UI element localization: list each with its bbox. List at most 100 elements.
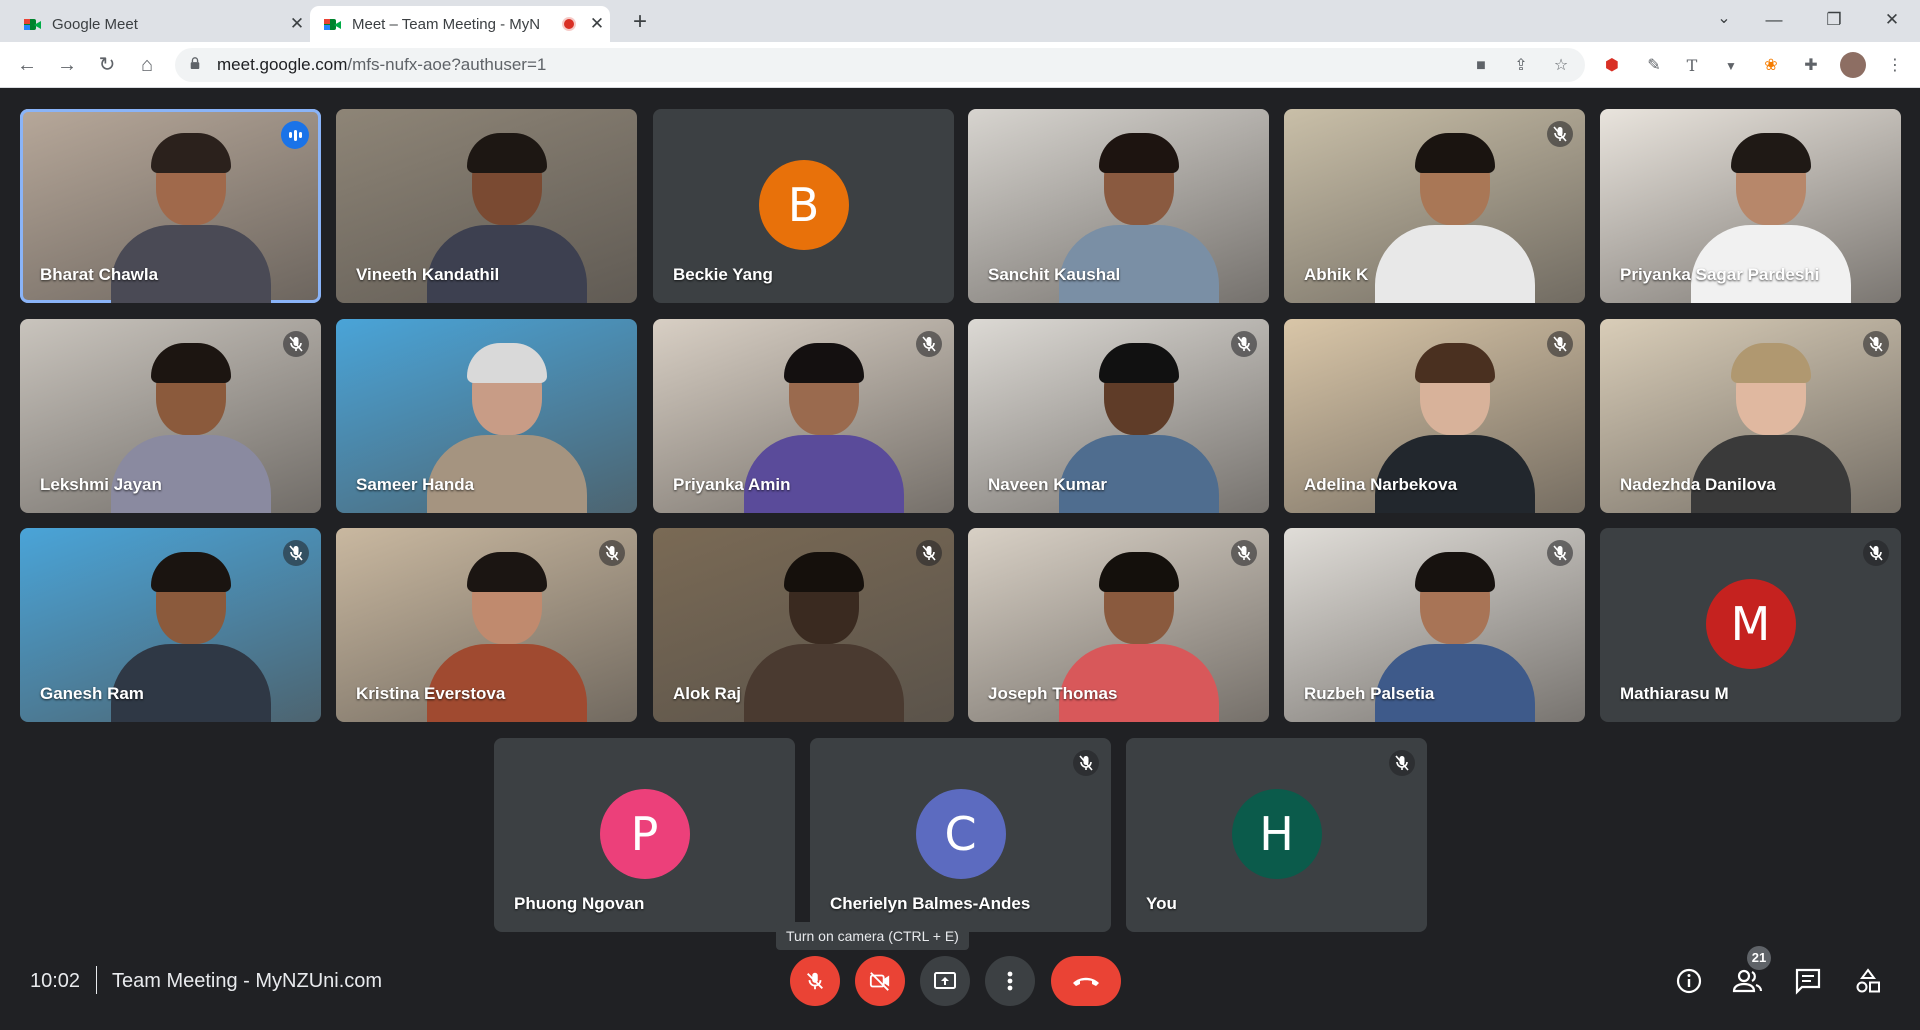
mic-muted-icon	[916, 540, 942, 566]
lock-icon	[190, 57, 200, 69]
participant-name: Sanchit Kaushal	[988, 265, 1121, 284]
participant-name: Adelina Narbekova	[1304, 475, 1458, 494]
profile-avatar[interactable]	[1840, 52, 1866, 78]
participant-video	[743, 552, 904, 722]
participant-tile[interactable]: Ruzbeh Palsetia	[1284, 528, 1585, 722]
restore-icon[interactable]: ❐	[1806, 0, 1862, 42]
participant-tile[interactable]: Sanchit Kaushal	[968, 109, 1269, 303]
participant-tile[interactable]: Naveen Kumar	[968, 319, 1269, 513]
new-tab-button[interactable]: +	[624, 6, 656, 38]
participant-name: You	[1146, 894, 1177, 913]
mic-muted-icon	[1231, 540, 1257, 566]
microphone-toggle-button[interactable]	[790, 956, 840, 1006]
participant-avatar: C	[915, 789, 1006, 879]
participant-name: Ruzbeh Palsetia	[1304, 684, 1435, 703]
url-host: meet.google.com	[217, 55, 348, 74]
participant-tile[interactable]: Vineeth Kandathil	[336, 109, 637, 303]
home-icon[interactable]: ⌂	[132, 50, 162, 80]
participant-name: Sameer Handa	[356, 475, 475, 494]
participant-tile[interactable]: B Beckie Yang	[653, 109, 954, 303]
bookmark-star-icon[interactable]: ☆	[1551, 56, 1571, 76]
share-icon[interactable]: ⇪	[1511, 56, 1531, 76]
google-meet-icon	[324, 17, 342, 32]
participant-name: Lekshmi Jayan	[40, 475, 162, 494]
adblock-extension-icon[interactable]: ⬢	[1601, 55, 1623, 77]
more-options-button[interactable]	[985, 956, 1035, 1006]
participant-tile[interactable]: Lekshmi Jayan	[20, 319, 321, 513]
present-screen-button[interactable]	[920, 956, 970, 1006]
participant-tile[interactable]: M Mathiarasu M	[1600, 528, 1901, 722]
chat-button[interactable]	[1791, 964, 1825, 998]
mic-muted-icon	[1073, 750, 1099, 776]
mic-muted-icon	[1863, 331, 1889, 357]
present-screen-icon	[934, 972, 956, 989]
close-window-icon[interactable]: ✕	[1864, 0, 1920, 42]
cursor-extension-icon[interactable]: ▼	[1720, 55, 1742, 77]
participant-avatar: M	[1705, 579, 1796, 669]
participant-tile[interactable]: H You	[1126, 738, 1427, 932]
participant-avatar: B	[758, 160, 849, 250]
close-tab-icon[interactable]: ✕	[284, 14, 310, 34]
participant-tile[interactable]: Adelina Narbekova	[1284, 319, 1585, 513]
participant-tile[interactable]: Priyanka Amin	[653, 319, 954, 513]
participant-name: Vineeth Kandathil	[356, 265, 500, 284]
mic-muted-icon	[916, 331, 942, 357]
orange-extension-icon[interactable]: ❀	[1760, 55, 1782, 77]
participant-name: Nadezhda Danilova	[1620, 475, 1776, 494]
participant-tile[interactable]: Ganesh Ram	[20, 528, 321, 722]
participant-tile[interactable]: P Phuong Ngovan	[494, 738, 795, 932]
participant-tile[interactable]: Priyanka Sagar Pardeshi	[1600, 109, 1901, 303]
speaking-indicator-icon	[281, 121, 309, 149]
text-extension-icon[interactable]: T	[1681, 55, 1703, 77]
meeting-details-button[interactable]	[1672, 964, 1706, 998]
chevron-down-icon[interactable]: ⌄	[1704, 0, 1744, 42]
mic-off-icon	[807, 972, 823, 990]
extensions-puzzle-icon[interactable]: ✚	[1800, 55, 1822, 77]
tab-title: Meet – Team Meeting - MyN	[352, 15, 541, 33]
participant-tile[interactable]: Nadezhda Danilova	[1600, 319, 1901, 513]
forward-icon[interactable]: →	[52, 50, 82, 80]
participant-tile[interactable]: Joseph Thomas	[968, 528, 1269, 722]
participant-tile[interactable]: Abhik K	[1284, 109, 1585, 303]
participant-name: Priyanka Amin	[673, 475, 791, 494]
participant-name: Bharat Chawla	[40, 265, 159, 284]
participant-name: Abhik K	[1304, 265, 1369, 284]
participant-name: Beckie Yang	[673, 265, 773, 284]
participant-name: Naveen Kumar	[988, 475, 1108, 494]
mic-muted-icon	[1231, 331, 1257, 357]
color-picker-extension-icon[interactable]: ✎	[1643, 55, 1665, 77]
call-end-icon	[1073, 977, 1099, 986]
camera-tooltip: Turn on camera (CTRL + E)	[776, 922, 969, 950]
participant-tile[interactable]: Kristina Everstova	[336, 528, 637, 722]
participant-tile[interactable]: C Cherielyn Balmes-Andes	[810, 738, 1111, 932]
tab-google-meet[interactable]: Google Meet ✕	[10, 6, 310, 42]
activities-icon	[1856, 968, 1880, 993]
participant-name: Priyanka Sagar Pardeshi	[1620, 265, 1820, 284]
leave-call-button[interactable]	[1051, 956, 1121, 1006]
camera-blocked-icon[interactable]: ■	[1471, 56, 1491, 76]
mic-muted-icon	[1547, 121, 1573, 147]
participant-name: Cherielyn Balmes-Andes	[830, 894, 1031, 913]
participant-name: Phuong Ngovan	[514, 894, 645, 913]
mic-muted-icon	[1389, 750, 1415, 776]
tab-team-meeting[interactable]: Meet – Team Meeting - MyN ✕	[310, 6, 610, 42]
participant-name: Kristina Everstova	[356, 684, 506, 703]
camera-toggle-button[interactable]	[855, 956, 905, 1006]
reload-icon[interactable]: ↻	[92, 50, 122, 80]
participant-name: Alok Raj	[673, 684, 742, 703]
url-path: /mfs-nufx-aoe?authuser=1	[347, 55, 547, 74]
activities-button[interactable]	[1851, 964, 1885, 998]
minimize-icon[interactable]: —	[1746, 0, 1802, 42]
back-icon[interactable]: ←	[12, 50, 42, 80]
participant-tile[interactable]: Alok Raj	[653, 528, 954, 722]
chat-icon	[1795, 968, 1821, 995]
address-bar[interactable]: meet.google.com/mfs-nufx-aoe?authuser=1 …	[175, 48, 1585, 82]
participant-avatar: P	[599, 789, 690, 879]
participant-tile[interactable]: Bharat Chawla	[20, 109, 321, 303]
browser-menu-icon[interactable]: ⋮	[1884, 55, 1906, 77]
people-icon	[1732, 969, 1763, 993]
browser-tab-strip: Google Meet ✕ Meet – Team Meeting - MyN …	[0, 0, 1920, 42]
close-tab-icon[interactable]: ✕	[584, 14, 610, 34]
participant-tile[interactable]: Sameer Handa	[336, 319, 637, 513]
participant-name: Mathiarasu M	[1620, 684, 1729, 703]
